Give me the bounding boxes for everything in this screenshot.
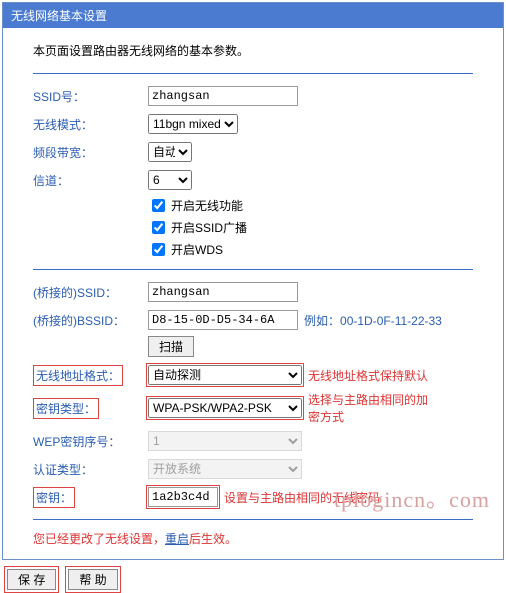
- auth-type-select: 开放系统: [148, 459, 302, 479]
- bridge-bssid-input[interactable]: [148, 310, 298, 330]
- enable-ssid-broadcast-checkbox[interactable]: [152, 221, 165, 234]
- panel-body: 本页面设置路由器无线网络的基本参数。 SSID号： 无线模式： 11bgn mi…: [3, 28, 503, 559]
- key-hint: 设置与主路由相同的无线密码: [224, 489, 380, 506]
- enable-ssid-broadcast-label: 开启SSID广播: [171, 219, 247, 236]
- enable-wds-checkbox[interactable]: [152, 243, 165, 256]
- divider: [33, 519, 473, 520]
- scan-button[interactable]: 扫描: [148, 336, 194, 357]
- key-input[interactable]: [148, 487, 218, 507]
- enable-wifi-checkbox[interactable]: [152, 199, 165, 212]
- addr-format-select[interactable]: 自动探测: [148, 365, 302, 385]
- bridge-bssid-label: (桥接的)BSSID：: [33, 312, 148, 329]
- bottom-button-bar: 保 存 帮 助: [4, 566, 502, 593]
- key-type-label: 密钥类型：: [33, 398, 99, 419]
- addr-format-hint: 无线地址格式保持默认: [308, 367, 428, 384]
- bandwidth-label: 频段带宽：: [33, 144, 148, 161]
- help-button[interactable]: 帮 助: [68, 569, 117, 590]
- enable-wifi-label: 开启无线功能: [171, 197, 243, 214]
- bandwidth-select[interactable]: 自动: [148, 142, 192, 162]
- save-button[interactable]: 保 存: [7, 569, 56, 590]
- key-type-select[interactable]: WPA-PSK/WPA2-PSK: [148, 398, 302, 418]
- wep-index-label: WEP密钥序号：: [33, 433, 148, 450]
- ssid-label: SSID号：: [33, 88, 148, 105]
- wep-index-select: 1: [148, 431, 302, 451]
- divider: [33, 73, 473, 74]
- divider: [33, 269, 473, 270]
- enable-wds-label: 开启WDS: [171, 241, 223, 258]
- mode-select[interactable]: 11bgn mixed: [148, 114, 238, 134]
- channel-select[interactable]: 6: [148, 170, 192, 190]
- bssid-example-prefix: 例如：00-1D-0F-11-22-33: [304, 312, 442, 329]
- key-label: 密钥：: [33, 487, 75, 508]
- wireless-settings-panel: 无线网络基本设置 本页面设置路由器无线网络的基本参数。 SSID号： 无线模式：…: [2, 2, 504, 560]
- panel-description: 本页面设置路由器无线网络的基本参数。: [33, 42, 473, 59]
- auth-type-label: 认证类型：: [33, 461, 148, 478]
- mode-label: 无线模式：: [33, 116, 148, 133]
- addr-format-label: 无线地址格式：: [33, 365, 123, 386]
- reboot-link[interactable]: 重启: [165, 532, 189, 546]
- channel-label: 信道：: [33, 172, 148, 189]
- ssid-input[interactable]: [148, 86, 298, 106]
- bridge-ssid-label: (桥接的)SSID：: [33, 284, 148, 301]
- changed-notice: 您已经更改了无线设置，重启后生效。: [33, 530, 473, 547]
- panel-title: 无线网络基本设置: [3, 3, 503, 28]
- key-type-hint: 选择与主路由相同的加密方式: [308, 391, 438, 425]
- bridge-ssid-input[interactable]: [148, 282, 298, 302]
